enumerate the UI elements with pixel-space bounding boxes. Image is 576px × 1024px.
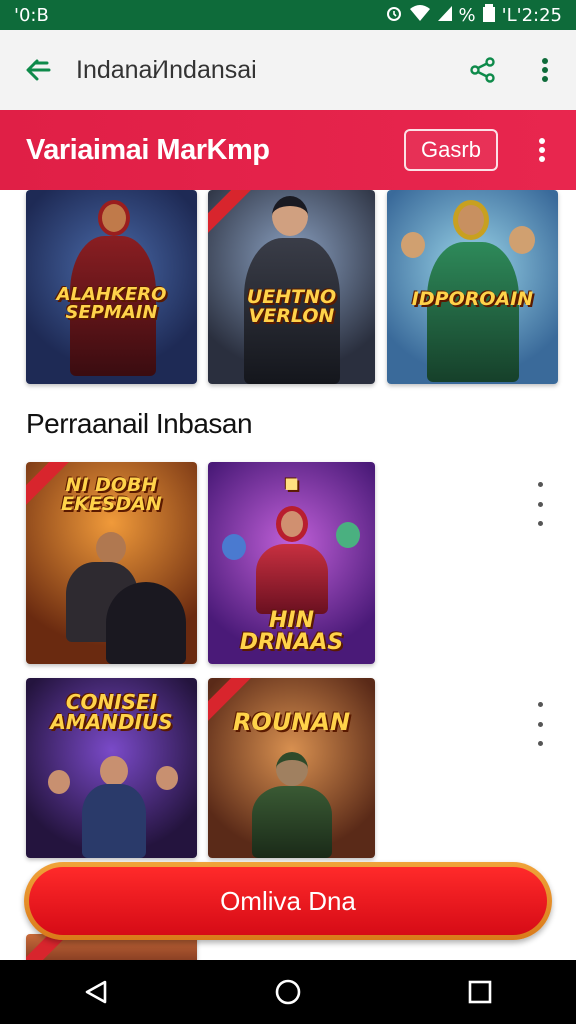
game-card-title: CONISEI AMANDIUS bbox=[50, 690, 173, 734]
game-card[interactable]: UEHTNO VERLON bbox=[208, 190, 375, 384]
game-card-title: IDPOROAIN bbox=[411, 288, 534, 310]
game-card-title: ROUNAN bbox=[232, 708, 351, 736]
system-navbar bbox=[0, 960, 576, 1024]
game-card-caption: ■ bbox=[284, 474, 299, 492]
game-card[interactable]: ALAHKERO SEPMAIN bbox=[26, 190, 197, 384]
dot bbox=[537, 702, 543, 707]
game-card-title: NI DOBH EKESDAN bbox=[61, 474, 162, 515]
nav-back-icon[interactable] bbox=[56, 960, 136, 1024]
alarm-icon bbox=[385, 4, 403, 27]
battery-text: % bbox=[458, 4, 476, 26]
store-header: Variaimai MarKmp Gasrb bbox=[0, 110, 576, 190]
signal-icon bbox=[437, 4, 453, 27]
game-card[interactable]: ■ HIN DRNAAS bbox=[208, 462, 375, 664]
game-card[interactable]: IDPOROAIN bbox=[387, 190, 558, 384]
row-more-icon[interactable] bbox=[530, 482, 550, 526]
battery-icon bbox=[482, 3, 496, 27]
app-toolbar: Indanai⁄Indansai bbox=[0, 30, 576, 110]
cta-label: Omliva Dna bbox=[29, 867, 547, 935]
back-arrow-icon[interactable] bbox=[0, 30, 76, 110]
wifi-icon bbox=[409, 4, 431, 27]
search-button[interactable]: Gasrb bbox=[404, 129, 498, 171]
game-card-title: HIN DRNAAS bbox=[239, 608, 344, 655]
dot bbox=[537, 501, 543, 507]
store-title: Variaimai MarKmp bbox=[26, 133, 270, 166]
status-time-left: '0:B bbox=[14, 4, 49, 26]
row-more-icon[interactable] bbox=[530, 702, 550, 746]
nav-home-icon[interactable] bbox=[248, 960, 328, 1024]
more-vert-icon[interactable] bbox=[514, 30, 576, 110]
game-card[interactable]: ROUNAN bbox=[208, 678, 375, 858]
game-card-title: UEHTNO VERLON bbox=[246, 286, 337, 327]
app-screen: '0:B % 'L'2:25 Indanai⁄Indansai Variaima… bbox=[0, 0, 576, 1024]
game-card[interactable]: CONISEI AMANDIUS bbox=[26, 678, 197, 858]
status-bar: '0:B % 'L'2:25 bbox=[0, 0, 576, 30]
content-area: ALAHKERO SEPMAIN UEHTNO VERLON IDPOROAIN… bbox=[0, 190, 576, 960]
dot bbox=[537, 482, 543, 487]
game-card[interactable]: NI DOBH EKESDAN bbox=[26, 462, 197, 664]
status-icons: % 'L'2:25 bbox=[385, 3, 562, 27]
section-title: Perraanail Inbasan bbox=[26, 408, 253, 439]
dot bbox=[537, 721, 543, 727]
share-icon[interactable] bbox=[452, 30, 514, 110]
dot bbox=[537, 521, 543, 526]
header-more-icon[interactable] bbox=[522, 110, 562, 190]
status-time-right: 'L'2:25 bbox=[501, 4, 562, 26]
toolbar-title: Indanai⁄Indansai bbox=[76, 55, 257, 84]
game-card-title: ALAHKERO SEPMAIN bbox=[56, 284, 167, 323]
nav-recents-icon[interactable] bbox=[440, 960, 520, 1024]
cta-button[interactable]: Omliva Dna bbox=[24, 862, 552, 940]
dot bbox=[537, 741, 543, 746]
